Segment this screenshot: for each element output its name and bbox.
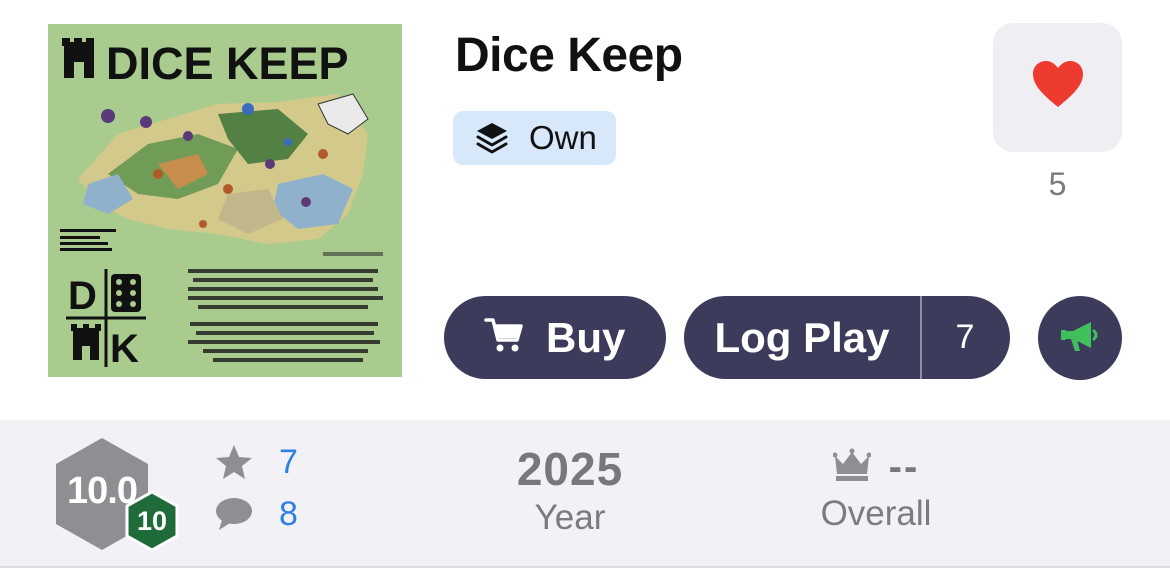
comments-count: 8 xyxy=(279,494,298,533)
star-icon xyxy=(214,442,254,482)
heart-icon xyxy=(1032,61,1084,114)
year-stat: 2025 Year xyxy=(480,442,660,538)
promote-button[interactable] xyxy=(1038,296,1122,380)
crown-icon xyxy=(832,448,872,487)
ownership-label: Own xyxy=(529,119,597,156)
game-header: DICE KEEP D K Dice Keep Own 5 Buy Log Pl… xyxy=(0,0,1170,420)
year-label: Year xyxy=(534,498,606,537)
log-play-button[interactable]: Log Play 7 xyxy=(684,296,1010,379)
megaphone-icon xyxy=(1059,318,1101,359)
cover-tile-d: D xyxy=(68,274,97,318)
favorite-button[interactable] xyxy=(993,23,1122,152)
year-value: 2025 xyxy=(516,443,624,495)
log-play-count[interactable]: 7 xyxy=(922,318,1008,357)
rank-badge: 10 xyxy=(124,490,180,552)
rank-badge-value: 10 xyxy=(136,506,168,536)
buy-button[interactable]: Buy xyxy=(444,296,666,379)
cart-icon xyxy=(484,316,524,359)
buy-label: Buy xyxy=(546,313,626,361)
ratings-count: 7 xyxy=(279,442,298,481)
cover-tile-k: K xyxy=(110,327,139,371)
stats-bar: 10.0 10 7 8 2025 Year -- Overall xyxy=(0,420,1170,568)
ratings-count-row[interactable]: 7 xyxy=(214,442,298,482)
overall-rank-stat[interactable]: -- Overall xyxy=(800,442,952,534)
ownership-badge[interactable]: Own xyxy=(453,111,616,165)
cover-art: DICE KEEP D K xyxy=(48,24,402,377)
log-play-label: Log Play xyxy=(714,313,890,361)
comment-icon xyxy=(214,494,254,534)
overall-rank-value: -- xyxy=(888,444,920,489)
overall-label: Overall xyxy=(820,494,932,533)
game-cover-image[interactable]: DICE KEEP D K xyxy=(48,24,402,377)
cover-logo-text: DICE KEEP xyxy=(106,38,349,89)
comments-count-row[interactable]: 8 xyxy=(214,494,298,534)
game-title: Dice Keep xyxy=(455,29,683,82)
favorite-count: 5 xyxy=(1048,166,1067,202)
layers-icon xyxy=(473,119,511,157)
